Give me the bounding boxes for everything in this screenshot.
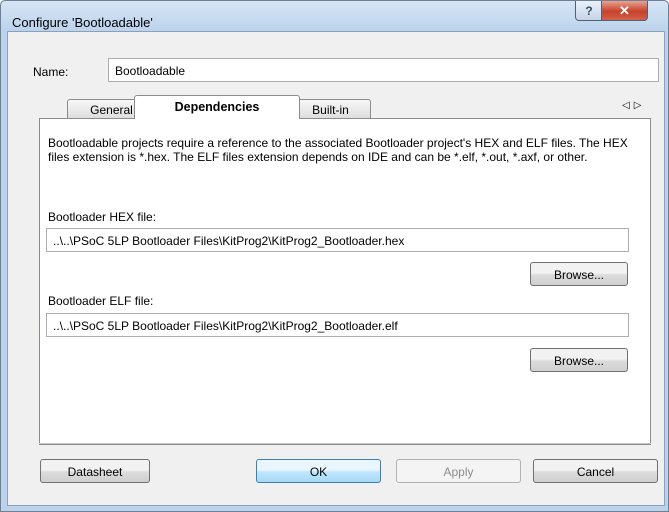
cancel-button[interactable]: Cancel — [533, 459, 658, 483]
elf-file-input[interactable]: ..\..\PSoC 5LP Bootloader Files\KitProg2… — [46, 313, 629, 337]
name-label: Name: — [33, 65, 69, 79]
hex-file-label: Bootloader HEX file: — [48, 210, 157, 224]
title-bar[interactable]: Configure 'Bootloadable' ? ✕ — [1, 1, 668, 31]
hex-file-input[interactable]: ..\..\PSoC 5LP Bootloader Files\KitProg2… — [46, 228, 629, 252]
tab-built-in-label: Built-in — [312, 103, 349, 117]
help-button[interactable]: ? — [575, 1, 603, 21]
ok-button[interactable]: OK — [256, 459, 381, 483]
window-title: Configure 'Bootloadable' — [12, 15, 153, 30]
apply-button[interactable]: Apply — [396, 459, 521, 483]
datasheet-button[interactable]: Datasheet — [40, 459, 150, 483]
elf-browse-button[interactable]: Browse... — [530, 348, 628, 372]
close-button[interactable]: ✕ — [601, 1, 648, 21]
question-icon: ? — [585, 3, 593, 18]
footer-separator — [39, 443, 651, 444]
description-text: Bootloadable projects require a referenc… — [48, 136, 628, 164]
hex-browse-button[interactable]: Browse... — [530, 262, 628, 286]
close-icon: ✕ — [619, 2, 630, 18]
scroll-right-icon[interactable]: ▷ — [634, 100, 646, 111]
tab-dependencies[interactable]: Dependencies — [134, 95, 300, 119]
elf-file-label: Bootloader ELF file: — [48, 294, 154, 308]
scroll-left-icon[interactable]: ◁ — [622, 100, 634, 111]
name-input[interactable]: Bootloadable — [108, 58, 659, 82]
tab-scroll-arrows: ◁▷ — [622, 100, 645, 111]
tab-strip: General Built-in Dependencies — [40, 95, 640, 119]
